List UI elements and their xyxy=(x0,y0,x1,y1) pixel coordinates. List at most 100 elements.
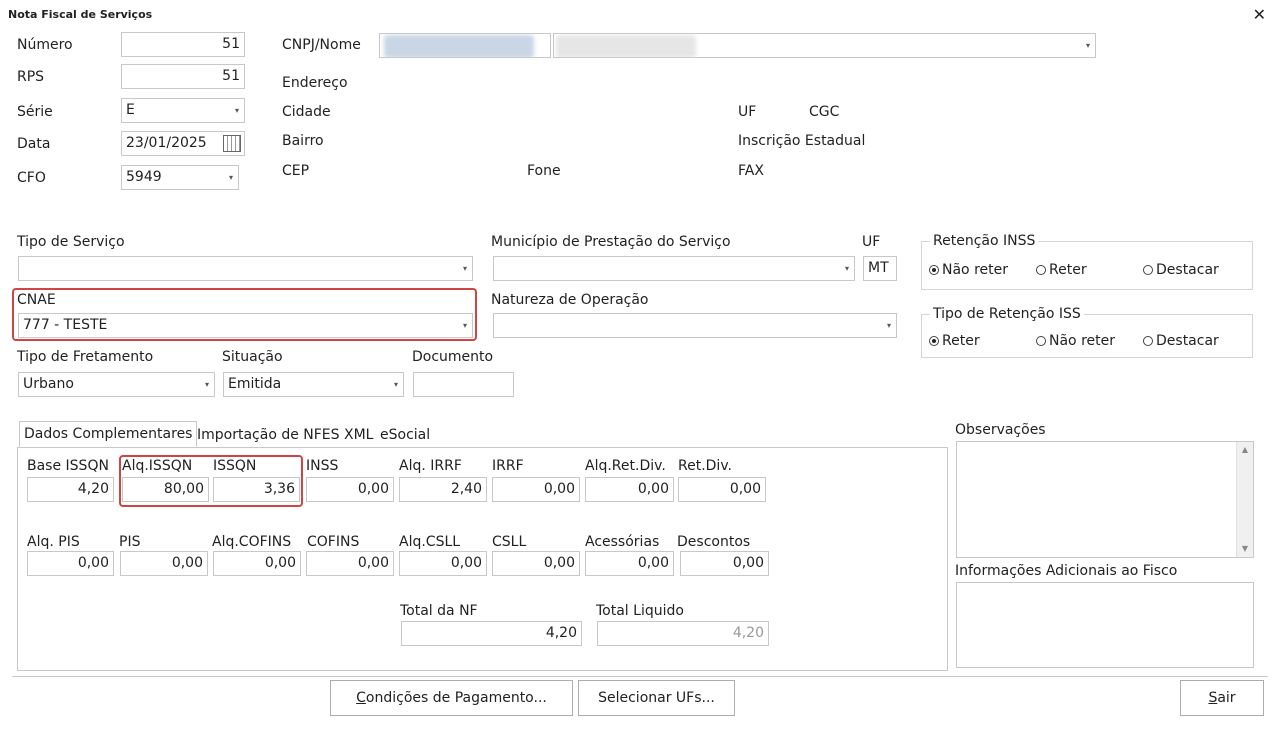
descontos-field[interactable]: 0,00 xyxy=(680,551,769,576)
chevron-down-icon[interactable]: ▾ xyxy=(463,314,467,337)
service-uf-field[interactable]: MT xyxy=(863,256,897,281)
inss-label: INSS xyxy=(306,458,339,474)
tipo-servico-label: Tipo de Serviço xyxy=(17,234,125,250)
selecionar-ufs-button[interactable]: Selecionar UFs... xyxy=(578,680,735,716)
cnpj-label: CNPJ/Nome xyxy=(282,37,361,53)
radio-selected-icon xyxy=(929,336,939,346)
municipio-select[interactable]: ▾ xyxy=(493,256,855,281)
data-label: Data xyxy=(17,136,51,152)
serie-label: Série xyxy=(17,104,53,120)
csll-label: CSLL xyxy=(492,534,527,550)
base-issqn-field[interactable]: 4,20 xyxy=(27,477,114,502)
pis-field[interactable]: 0,00 xyxy=(120,551,208,576)
sair-button[interactable]: Sair xyxy=(1180,680,1264,716)
cfo-label: CFO xyxy=(17,170,46,186)
situacao-select[interactable]: Emitida ▾ xyxy=(223,372,404,397)
radio-icon xyxy=(1143,265,1153,275)
tab-esocial[interactable]: eSocial xyxy=(380,426,430,444)
divider xyxy=(12,676,1268,677)
condicoes-pagamento-button[interactable]: Condições de Pagamento... xyxy=(330,680,573,716)
uf-label: UF xyxy=(738,104,757,120)
alq-ret-div-field[interactable]: 0,00 xyxy=(585,477,674,502)
radio-inss-nao-reter[interactable]: Não reter xyxy=(929,261,1008,279)
scroll-up-icon[interactable]: ▲ xyxy=(1237,442,1253,458)
irrf-label: IRRF xyxy=(492,458,524,474)
chevron-down-icon[interactable]: ▾ xyxy=(887,314,891,337)
csll-field[interactable]: 0,00 xyxy=(492,551,580,576)
service-uf-label: UF xyxy=(862,234,881,250)
radio-iss-nao-reter[interactable]: Não reter xyxy=(1036,332,1115,350)
tab-dados-complementares[interactable]: Dados Complementares xyxy=(19,421,198,447)
total-nf-label: Total da NF xyxy=(400,603,478,619)
scrollbar[interactable]: ▲ ▼ xyxy=(1236,442,1253,557)
radio-iss-destacar[interactable]: Destacar xyxy=(1143,332,1219,350)
cfo-select[interactable]: 5949 ▾ xyxy=(121,165,239,190)
radio-inss-destacar[interactable]: Destacar xyxy=(1143,261,1219,279)
issqn-field[interactable]: 3,36 xyxy=(213,477,300,502)
chevron-down-icon[interactable]: ▾ xyxy=(394,373,398,396)
serie-select[interactable]: E ▾ xyxy=(121,98,245,123)
cep-label: CEP xyxy=(282,163,310,179)
bairro-label: Bairro xyxy=(282,133,324,149)
numero-field[interactable]: 51 xyxy=(121,32,245,57)
cnae-label: CNAE xyxy=(17,292,56,308)
endereco-label: Endereço xyxy=(282,75,348,91)
scroll-down-icon[interactable]: ▼ xyxy=(1237,541,1253,557)
radio-label: Destacar xyxy=(1156,333,1219,349)
nome-select[interactable]: ▾ xyxy=(553,33,1096,58)
chevron-down-icon[interactable]: ▾ xyxy=(463,257,467,280)
cofins-field[interactable]: 0,00 xyxy=(306,551,394,576)
serie-value: E xyxy=(126,102,135,118)
natureza-select[interactable]: ▾ xyxy=(493,313,897,338)
rps-field[interactable]: 51 xyxy=(121,64,245,89)
retencao-iss-group: Tipo de Retenção ISS Reter Não reter Des… xyxy=(921,305,1253,358)
data-value: 23/01/2025 xyxy=(126,135,207,151)
total-liquido-field: 4,20 xyxy=(597,621,769,646)
close-icon[interactable]: ✕ xyxy=(1253,5,1266,24)
descontos-label: Descontos xyxy=(677,534,751,550)
fretamento-select[interactable]: Urbano ▾ xyxy=(18,372,215,397)
cnpj-field[interactable] xyxy=(379,33,551,58)
radio-inss-reter[interactable]: Reter xyxy=(1036,261,1087,279)
acessorias-label: Acessórias xyxy=(585,534,660,550)
acessorias-field[interactable]: 0,00 xyxy=(585,551,674,576)
tipo-servico-select[interactable]: ▾ xyxy=(18,256,473,281)
alq-pis-label: Alq. PIS xyxy=(27,534,80,550)
radio-icon xyxy=(1036,336,1046,346)
chevron-down-icon[interactable]: ▾ xyxy=(229,166,233,189)
data-field[interactable]: 23/01/2025 xyxy=(121,131,245,156)
documento-field[interactable] xyxy=(413,372,514,397)
cnae-select[interactable]: 777 - TESTE ▾ xyxy=(18,313,473,338)
alq-issqn-field[interactable]: 80,00 xyxy=(122,477,209,502)
cidade-label: Cidade xyxy=(282,104,331,120)
situacao-label: Situação xyxy=(222,349,283,365)
alq-irrf-field[interactable]: 2,40 xyxy=(399,477,487,502)
alq-pis-field[interactable]: 0,00 xyxy=(27,551,114,576)
tab-importacao-nfes-xml[interactable]: Importação de NFES XML xyxy=(197,426,373,444)
calendar-icon[interactable] xyxy=(223,135,241,152)
chevron-down-icon[interactable]: ▾ xyxy=(235,99,239,122)
radio-iss-reter[interactable]: Reter xyxy=(929,332,980,350)
inss-field[interactable]: 0,00 xyxy=(306,477,394,502)
ret-div-field[interactable]: 0,00 xyxy=(678,477,766,502)
inscricao-estadual-label: Inscrição Estadual xyxy=(738,133,866,149)
chevron-down-icon[interactable]: ▾ xyxy=(845,257,849,280)
cofins-label: COFINS xyxy=(307,534,360,550)
chevron-down-icon[interactable]: ▾ xyxy=(1086,34,1090,57)
cfo-value: 5949 xyxy=(126,169,162,185)
irrf-field[interactable]: 0,00 xyxy=(492,477,580,502)
mnemonic: C xyxy=(356,690,366,706)
info-fisco-textarea[interactable] xyxy=(956,582,1254,668)
alq-issqn-label: Alq.ISSQN xyxy=(122,458,193,474)
total-nf-field[interactable]: 4,20 xyxy=(401,621,582,646)
alq-csll-field[interactable]: 0,00 xyxy=(399,551,487,576)
button-label: ondições de Pagamento... xyxy=(365,690,547,706)
documento-label: Documento xyxy=(412,349,494,365)
retencao-inss-legend: Retenção INSS xyxy=(930,232,1039,250)
fone-label: Fone xyxy=(527,163,561,179)
observacoes-textarea[interactable]: ▲ ▼ xyxy=(956,441,1254,558)
chevron-down-icon[interactable]: ▾ xyxy=(205,373,209,396)
alq-cofins-field[interactable]: 0,00 xyxy=(213,551,301,576)
radio-label: Reter xyxy=(1049,262,1087,278)
redacted-cnpj xyxy=(384,35,534,57)
